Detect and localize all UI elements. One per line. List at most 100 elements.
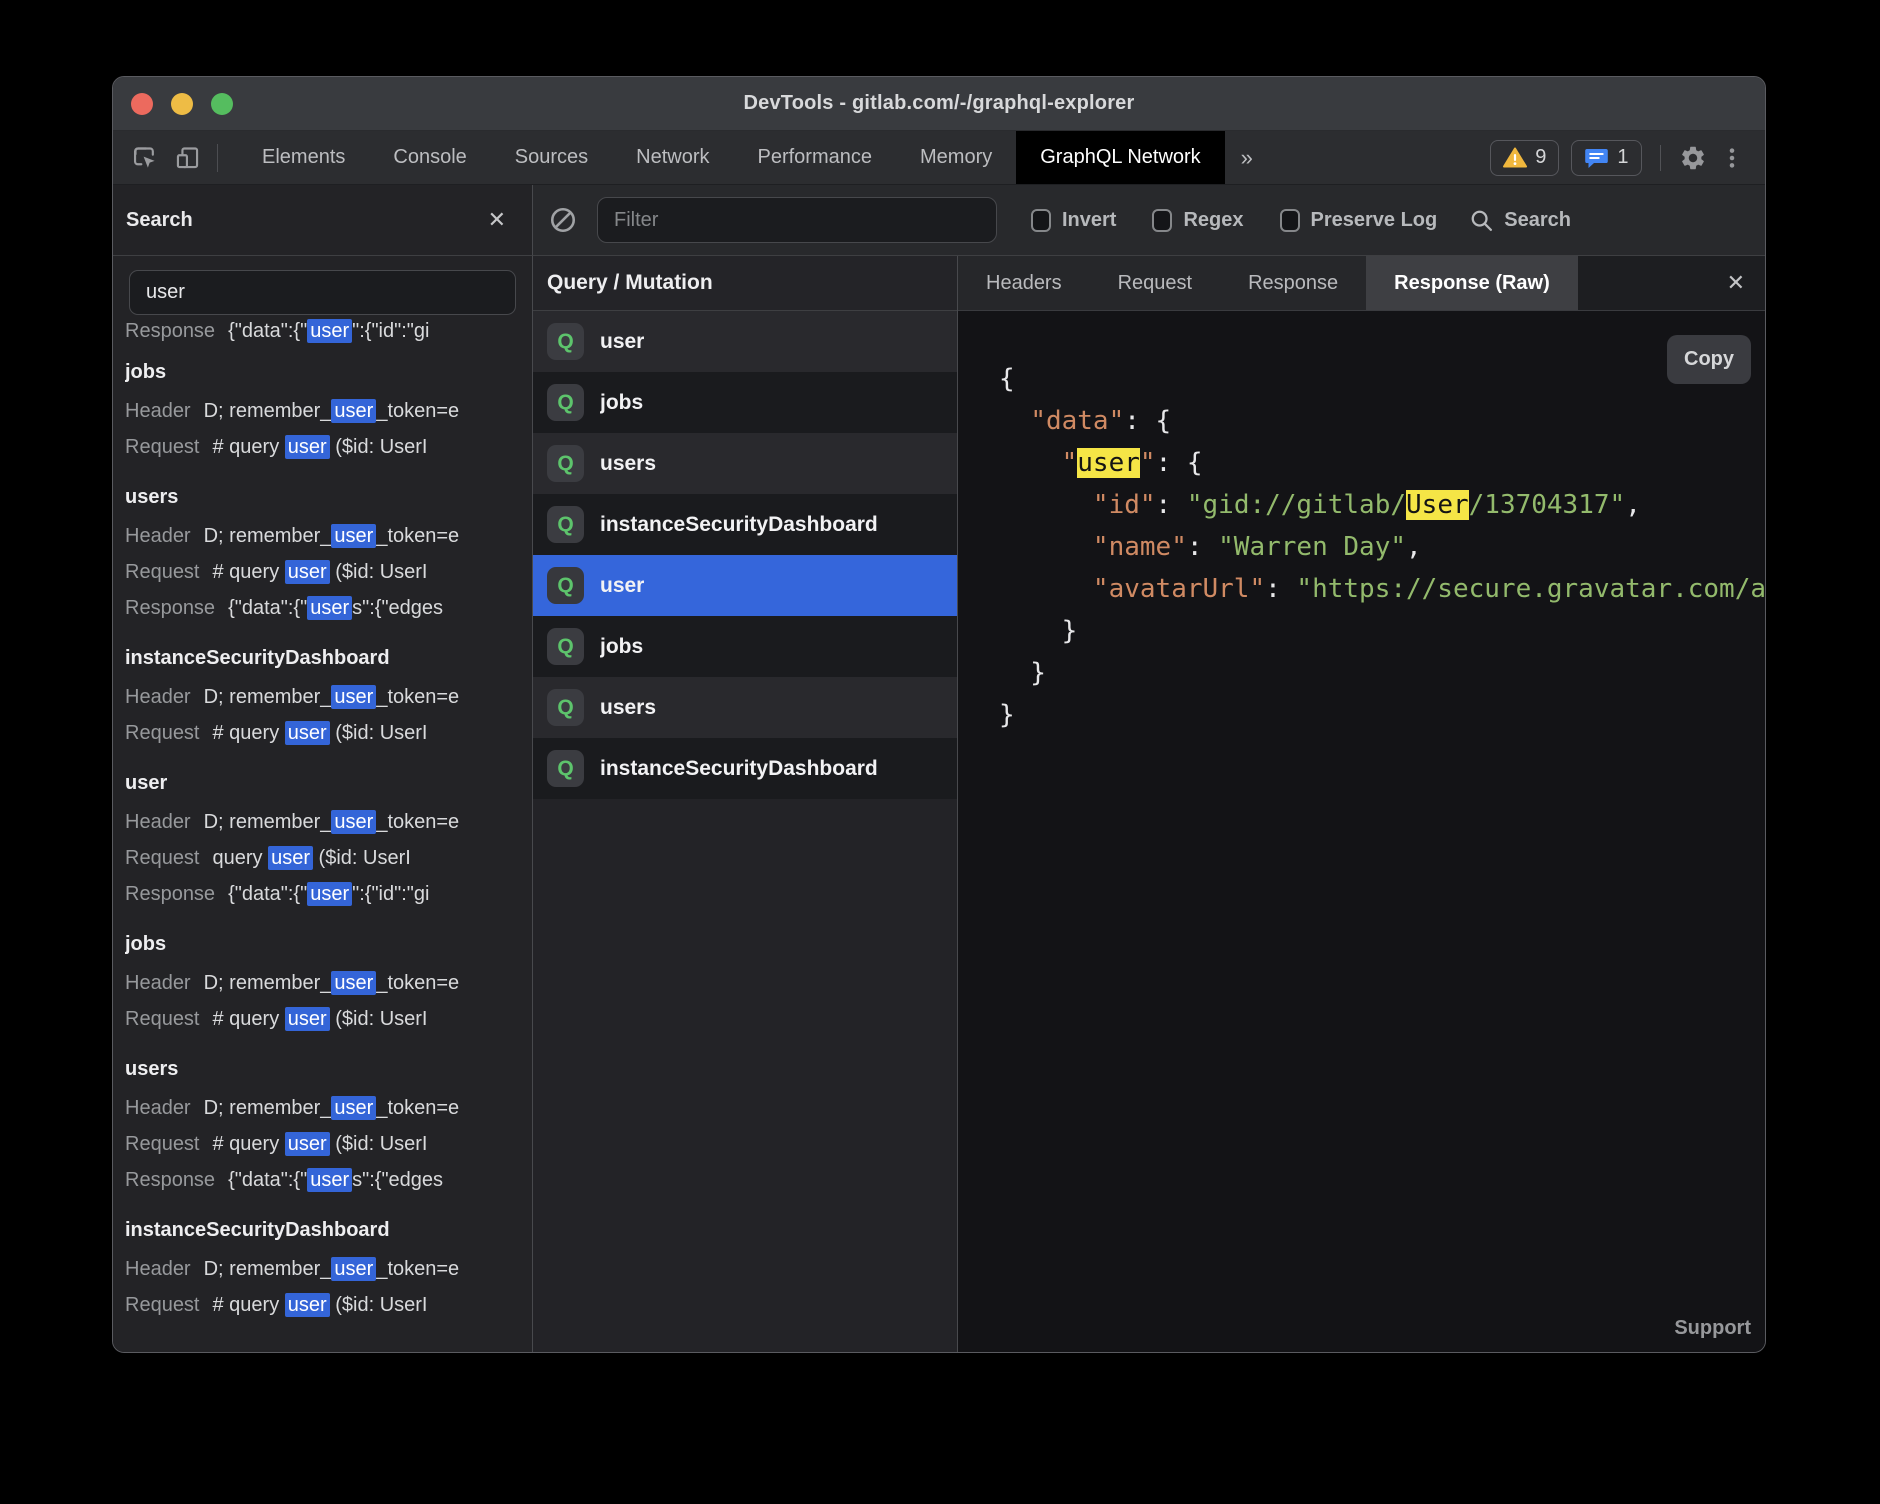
json-token: : { [1124, 406, 1171, 436]
query-list-item[interactable]: QinstanceSecurityDashboard [533, 494, 957, 555]
minimize-window-button[interactable] [171, 93, 193, 115]
request-list-panel: Query / Mutation QuserQjobsQusersQinstan… [533, 256, 958, 1353]
search-result-row[interactable]: Request # query user ($id: UserI [125, 1126, 532, 1162]
inspect-element-icon[interactable] [131, 144, 158, 171]
search-result-row[interactable]: Request# query user ($id: UserI [125, 715, 532, 751]
window-title: DevTools - gitlab.com/-/graphql-explorer [743, 92, 1134, 115]
filter-input[interactable] [597, 197, 997, 243]
detail-tab-request[interactable]: Request [1090, 256, 1221, 310]
close-detail-icon[interactable]: ✕ [1727, 256, 1745, 310]
devtools-tab-performance[interactable]: Performance [734, 131, 897, 184]
search-result-row[interactable]: HeaderD; remember_user_token=e [125, 804, 532, 840]
search-result-row[interactable]: HeaderD; remember_user_token=e [125, 1090, 532, 1126]
search-result-row[interactable]: Response{"data":{"users":{"edges [125, 590, 532, 626]
search-result-title: users [125, 1046, 532, 1090]
devtools-tab-graphql-network[interactable]: GraphQL Network [1016, 131, 1224, 184]
search-result-title: jobs [125, 349, 532, 393]
result-row-text: {"data":{"user":{"id":"gi [228, 319, 429, 343]
search-result-row[interactable]: Request# query user ($id: UserI [125, 1001, 532, 1037]
query-type-badge: Q [547, 323, 584, 360]
search-result-row[interactable]: Requestquery user ($id: UserI [125, 840, 532, 876]
query-list-item[interactable]: Qjobs [533, 616, 957, 677]
close-window-button[interactable] [131, 93, 153, 115]
detail-tab-response-raw[interactable]: Response (Raw) [1366, 256, 1578, 310]
support-link[interactable]: Support [1674, 1317, 1751, 1340]
kebab-menu-icon[interactable] [1719, 145, 1745, 171]
copy-button[interactable]: Copy [1667, 335, 1751, 384]
query-type-badge: Q [547, 506, 584, 543]
result-row-text: {"data":{"users":{"edges [228, 1168, 443, 1192]
search-match-highlight: user [331, 1096, 376, 1120]
query-list-item[interactable]: Qusers [533, 433, 957, 494]
result-row-label: Header [125, 1097, 191, 1119]
more-tabs-chevron[interactable]: » [1225, 131, 1269, 184]
gear-icon[interactable] [1679, 144, 1707, 172]
query-list-item[interactable]: Qjobs [533, 372, 957, 433]
result-row-label: Response [125, 1169, 215, 1191]
search-result-row[interactable]: Request# query user ($id: UserI [125, 429, 532, 465]
search-result-row[interactable]: Response{"data":{"user":{"id":"gi [125, 876, 532, 912]
search-result-row[interactable]: Response {"data":{"users":{"edges [125, 1162, 532, 1198]
devtools-tab-network[interactable]: Network [612, 131, 733, 184]
detail-panel: HeadersRequestResponseResponse (Raw) ✕ {… [958, 256, 1765, 1353]
search-result-row[interactable]: Request# query user ($id: UserI [125, 1287, 532, 1323]
query-list-item[interactable]: Quser [533, 311, 957, 372]
detail-tab-response[interactable]: Response [1220, 256, 1366, 310]
query-list-item[interactable]: Qusers [533, 677, 957, 738]
messages-badge[interactable]: 1 [1571, 140, 1641, 176]
search-result-row[interactable]: Request# query user ($id: UserI [125, 554, 532, 590]
result-row-label: Request [125, 1133, 200, 1155]
search-match-highlight: user [307, 882, 352, 906]
query-list-item[interactable]: QinstanceSecurityDashboard [533, 738, 957, 799]
json-line: } [999, 610, 1765, 652]
zoom-window-button[interactable] [211, 93, 233, 115]
devtools-tab-console[interactable]: Console [369, 131, 490, 184]
json-line: "data": { [999, 400, 1765, 442]
search-result-section: jobs Header D; remember_user_token=e Reques… [125, 921, 532, 1037]
devtools-tab-sources[interactable]: Sources [491, 131, 612, 184]
json-match-highlight: user [1077, 448, 1140, 478]
toolbar-row: Search ✕ InvertRegexPreserve Log Search [113, 185, 1765, 256]
regex-checkbox[interactable] [1152, 209, 1172, 232]
close-search-panel-icon[interactable]: ✕ [488, 209, 506, 231]
search-result-row[interactable]: HeaderD; remember_user_token=e [125, 1251, 532, 1287]
search-input[interactable] [129, 270, 516, 315]
clear-requests-icon[interactable] [549, 206, 577, 234]
query-list-item-label: jobs [600, 635, 643, 659]
query-list-item[interactable]: Quser [533, 555, 957, 616]
devtools-tab-memory[interactable]: Memory [896, 131, 1016, 184]
search-result-title: jobs [125, 921, 532, 965]
device-toolbar-icon[interactable] [174, 144, 201, 171]
request-list: QuserQjobsQusersQinstanceSecurityDashboa… [533, 311, 957, 799]
detail-tab-headers[interactable]: Headers [958, 256, 1090, 310]
search-result-row[interactable]: Header D; remember_user_token=e [125, 965, 532, 1001]
invert-checkbox[interactable] [1031, 209, 1051, 232]
search-result-section: usersHeaderD; remember_user_token=eReque… [125, 474, 532, 626]
result-row-text: # query user ($id: UserI [213, 1132, 428, 1156]
result-row-label: Header [125, 972, 191, 994]
window-titlebar[interactable]: DevTools - gitlab.com/-/graphql-explorer [113, 77, 1765, 131]
result-row-text: D; remember_user_token=e [204, 971, 460, 995]
search-result-title: instanceSecurityDashboard [125, 635, 532, 679]
result-row-label: Response [125, 320, 215, 342]
preserve-log-checkbox-label: Preserve Log [1311, 209, 1438, 232]
preserve-log-checkbox[interactable] [1280, 209, 1300, 232]
search-result-row[interactable]: HeaderD; remember_user_token=e [125, 518, 532, 554]
search-result-row[interactable]: HeaderD; remember_user_token=e [125, 679, 532, 715]
json-token: : { [1156, 448, 1203, 478]
devtools-tab-elements[interactable]: Elements [238, 131, 369, 184]
json-token [999, 406, 1030, 436]
search-result-row[interactable]: Response {"data":{"user":{"id":"gi [125, 319, 532, 349]
query-list-item-label: instanceSecurityDashboard [600, 757, 878, 781]
json-token [999, 448, 1062, 478]
search-results-list[interactable]: Response {"data":{"user":{"id":"gi jobs Hea… [113, 319, 532, 1353]
search-result-row[interactable]: HeaderD; remember_user_token=e [125, 393, 532, 429]
preserve-log-checkbox-group: Preserve Log [1280, 209, 1438, 232]
response-raw-json[interactable]: { "data": { "user": { "id": "gid://gitla… [958, 311, 1765, 1353]
result-row-label: Header [125, 686, 191, 708]
json-token: : [1187, 532, 1218, 562]
json-match-highlight: User [1406, 490, 1469, 520]
toolbar-search[interactable]: Search [1469, 208, 1571, 233]
search-panel-header: Search ✕ [113, 185, 533, 256]
warnings-badge[interactable]: 9 [1490, 140, 1559, 176]
